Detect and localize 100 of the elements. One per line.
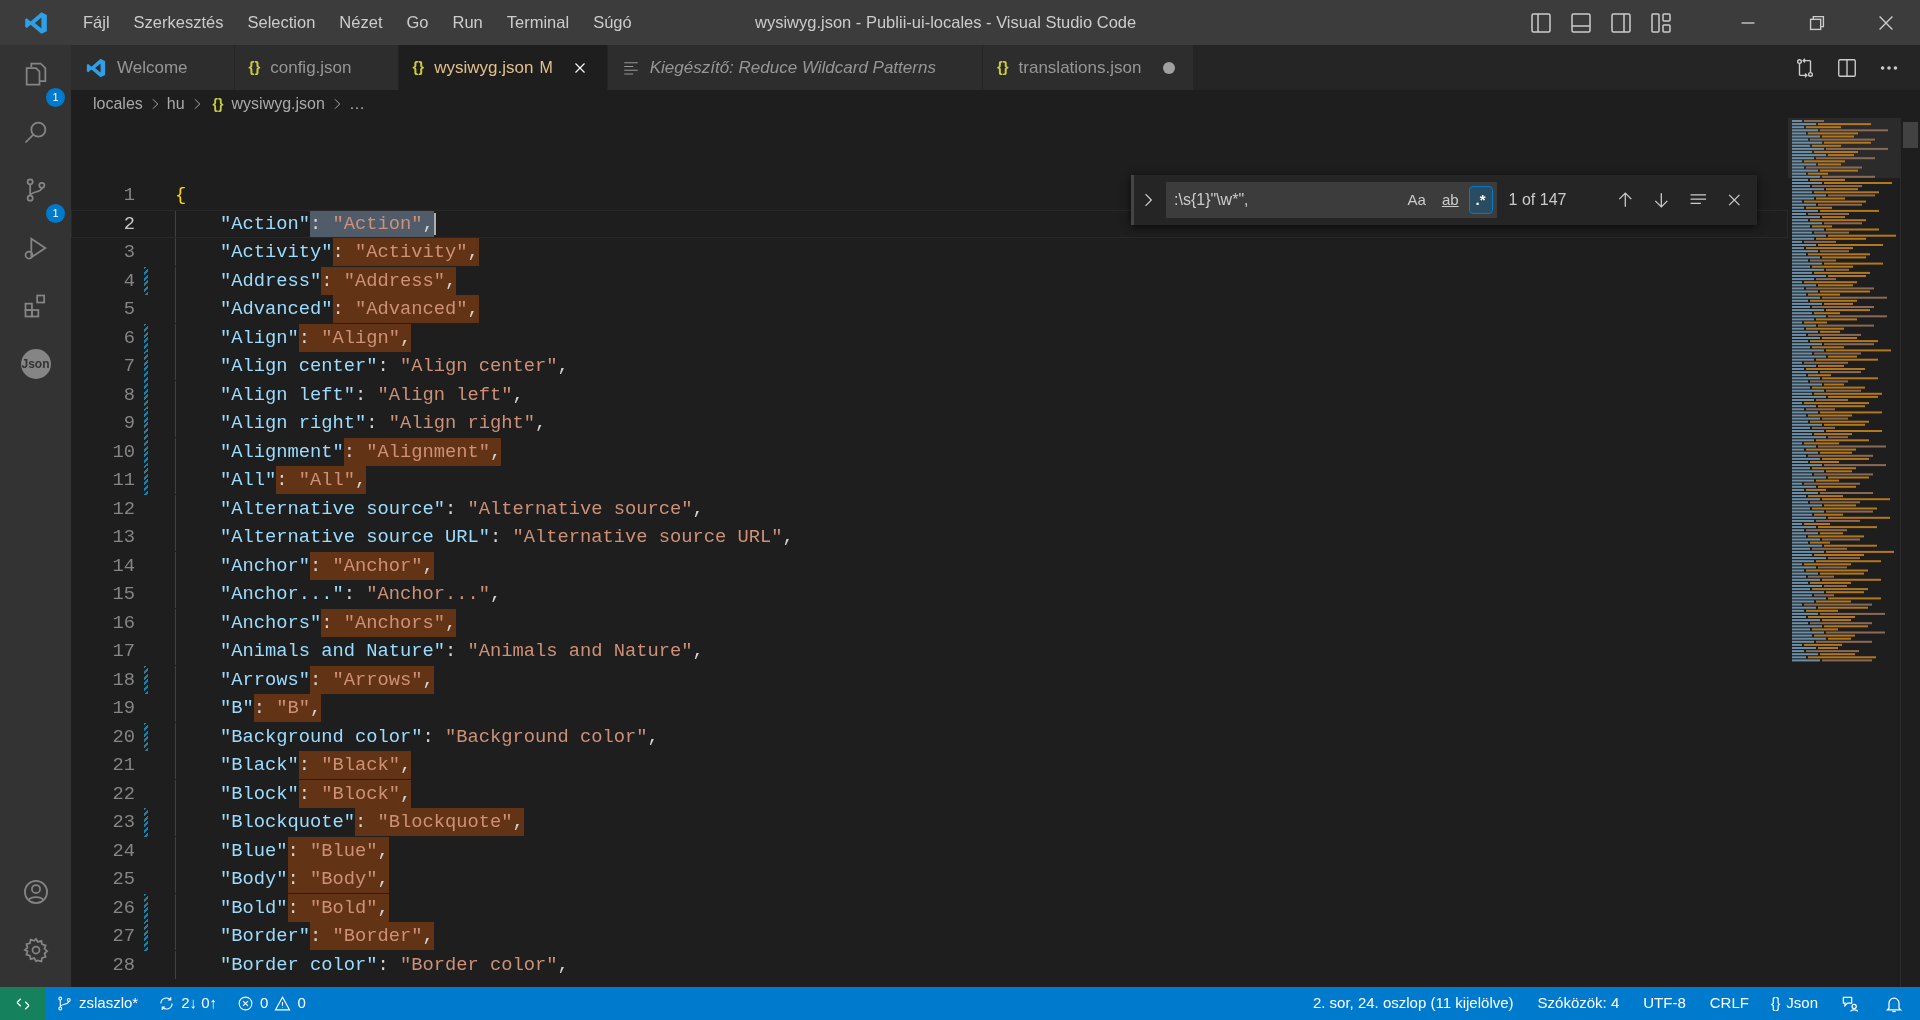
json-extension-button[interactable]: Json bbox=[20, 349, 51, 379]
code-line: "Align": "Align", bbox=[175, 323, 412, 352]
breadcrumb-item[interactable]: locales bbox=[93, 92, 143, 116]
line-number: 28 bbox=[111, 952, 135, 978]
menu-item[interactable]: Selection bbox=[235, 6, 328, 39]
panel-layout-icon[interactable] bbox=[1569, 10, 1593, 35]
code-line: "Action": "Action", bbox=[175, 209, 436, 238]
whole-word-toggle[interactable]: ab bbox=[1435, 186, 1465, 214]
line-number: 13 bbox=[111, 525, 135, 551]
json-file-icon: {} bbox=[212, 93, 224, 115]
menu-item[interactable]: Terminal bbox=[494, 6, 582, 39]
branch-status[interactable]: zslaszlo* bbox=[46, 987, 149, 1020]
secondary-sidebar-icon[interactable] bbox=[1609, 10, 1633, 35]
menu-item[interactable]: Szerkesztés bbox=[121, 6, 236, 39]
line-number: 1 bbox=[122, 183, 135, 209]
breadcrumb-item[interactable]: … bbox=[348, 92, 365, 116]
problems-status[interactable]: 0 0 bbox=[227, 987, 316, 1020]
line-number: 12 bbox=[111, 496, 135, 522]
line-number: 17 bbox=[111, 639, 135, 665]
menu-item[interactable]: Go bbox=[394, 6, 441, 39]
app-logo-icon bbox=[22, 9, 49, 36]
warning-icon bbox=[274, 995, 292, 1012]
code-line: "Body": "Body", bbox=[175, 865, 389, 894]
match-case-toggle[interactable]: Aa bbox=[1401, 186, 1432, 214]
editor-tab[interactable]: {} config.json bbox=[234, 45, 399, 90]
line-number: 27 bbox=[111, 924, 135, 950]
cursor-position[interactable]: 2. sor, 24. oszlop (11 kijelölve) bbox=[1300, 992, 1526, 1015]
menu-item[interactable]: Nézet bbox=[327, 6, 395, 39]
compare-changes-icon[interactable] bbox=[1794, 56, 1816, 79]
count-badge: 1 bbox=[46, 204, 65, 223]
line-number: 15 bbox=[111, 582, 135, 608]
git-status-label: M bbox=[539, 57, 553, 78]
json-file-icon: {} bbox=[996, 56, 1009, 79]
breadcrumb-item[interactable]: hu bbox=[166, 92, 185, 116]
split-editor-icon[interactable] bbox=[1836, 56, 1858, 79]
code-line: "Alignment": "Alignment", bbox=[175, 437, 502, 466]
sync-status[interactable]: 2↓ 0↑ bbox=[148, 987, 228, 1020]
code-line: "Align right": "Align right", bbox=[175, 409, 547, 438]
code-line: "Animals and Nature": "Animals and Nature", bbox=[175, 637, 704, 666]
menu-item[interactable]: Súgó bbox=[581, 6, 644, 39]
line-number: 21 bbox=[111, 753, 135, 779]
code-line: "Blockquote": "Blockquote", bbox=[175, 808, 524, 837]
code-line: "Alternative source URL": "Alternative source URL", bbox=[175, 523, 794, 552]
code-line: "Arrows": "Arrows", bbox=[175, 665, 434, 694]
code-line: "All": "All", bbox=[175, 466, 367, 495]
sync-icon bbox=[158, 995, 176, 1012]
encoding-status[interactable]: UTF-8 bbox=[1631, 992, 1698, 1015]
line-number: 26 bbox=[111, 895, 135, 921]
code-line: "Blue": "Blue", bbox=[175, 836, 389, 865]
code-line: "Activity": "Activity", bbox=[175, 238, 479, 267]
line-number: 16 bbox=[111, 610, 135, 636]
line-number: 6 bbox=[122, 325, 135, 351]
editor-tab[interactable]: Welcome bbox=[71, 45, 235, 90]
json-file-icon: {} bbox=[248, 56, 261, 79]
code-line: "Advanced": "Advanced", bbox=[175, 295, 479, 324]
code-line: "Block": "Block", bbox=[175, 779, 412, 808]
layout-grid-icon[interactable] bbox=[1649, 10, 1673, 35]
editor-tab[interactable]: Kiegészítő: Reduce Wildcard Patterns bbox=[607, 45, 983, 90]
line-number: 10 bbox=[111, 439, 135, 465]
find-input[interactable]: :\s{1}"\w*", Aa ab .* bbox=[1166, 182, 1497, 218]
code-line: "Background color": "Background color", bbox=[175, 722, 659, 751]
code-line: "Alternative source": "Alternative source", bbox=[175, 494, 704, 523]
code-line: "Anchor": "Anchor", bbox=[175, 551, 434, 580]
code-line: "Bold": "Bold", bbox=[175, 893, 389, 922]
line-number: 4 bbox=[122, 268, 135, 294]
code-line: { bbox=[175, 183, 187, 209]
editor-tab[interactable]: {} wysiwyg.json M bbox=[398, 45, 608, 90]
menu-item[interactable]: Fájl bbox=[71, 6, 122, 39]
line-number: 2 bbox=[122, 211, 135, 237]
line-number: 24 bbox=[111, 838, 135, 864]
sidebar-layout-icon[interactable] bbox=[1529, 10, 1553, 35]
branch-icon bbox=[56, 995, 73, 1012]
code-line: "Border color": "Border color", bbox=[175, 950, 569, 979]
json-file-icon: {} bbox=[412, 56, 425, 79]
language-mode[interactable]: {} Json bbox=[1760, 987, 1828, 1020]
regex-toggle[interactable]: .* bbox=[1468, 186, 1493, 214]
code-line: "B": "B", bbox=[175, 694, 322, 723]
line-number: 8 bbox=[122, 382, 135, 408]
scrollbar[interactable] bbox=[1900, 118, 1920, 987]
menu-item[interactable]: Run bbox=[440, 6, 495, 39]
code-line: "Border": "Border", bbox=[175, 922, 434, 951]
code-line: "Align left": "Align left", bbox=[175, 380, 524, 409]
editor-tab[interactable]: {} translations.json bbox=[982, 45, 1195, 90]
indentation-status[interactable]: Szóközök: 4 bbox=[1525, 992, 1632, 1015]
line-number: 9 bbox=[122, 411, 135, 437]
app-logo-icon bbox=[85, 56, 107, 79]
settings-icon[interactable] bbox=[21, 936, 50, 964]
code-line: "Address": "Address", bbox=[175, 266, 457, 295]
code-line: "Align center": "Align center", bbox=[175, 352, 569, 381]
breadcrumb-item[interactable]: wysiwyg.json bbox=[231, 92, 325, 116]
line-number: 23 bbox=[111, 810, 135, 836]
line-number: 20 bbox=[111, 724, 135, 750]
line-ending-status[interactable]: CRLF bbox=[1697, 992, 1761, 1015]
line-number: 14 bbox=[111, 553, 135, 579]
count-badge: 1 bbox=[46, 88, 65, 107]
code-line: "Black": "Black", bbox=[175, 751, 412, 780]
account-icon[interactable] bbox=[21, 878, 50, 906]
match-count: 1 of 147 bbox=[1508, 190, 1568, 210]
line-number: 7 bbox=[122, 354, 135, 380]
code-line: "Anchor...": "Anchor...", bbox=[175, 580, 502, 609]
